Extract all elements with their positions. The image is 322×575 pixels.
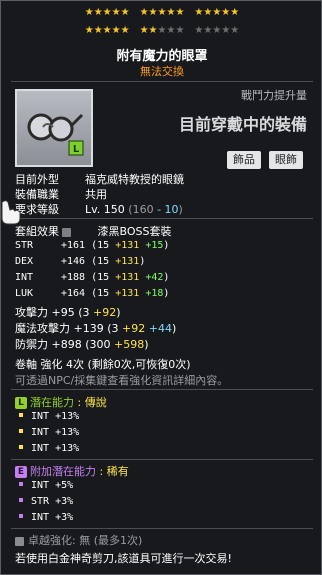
- bonus-potential-line: INT +5%: [15, 480, 73, 491]
- scroll-upgrade-info: 卷軸 強化 4次 (剩餘0次,可恢復0次): [15, 358, 191, 371]
- star-force-row-1: ★★★★★ ★★★★★ ★★★★★: [84, 7, 240, 18]
- divider: [11, 389, 313, 390]
- stat-magic-attack: 魔法攻擊力 +139 (3 +92 +44): [15, 322, 177, 335]
- untradeable-label: 無法交換: [140, 65, 184, 78]
- info-icon: [62, 227, 71, 237]
- set-effect[interactable]: 套組效果 漆黑BOSS套裝: [15, 223, 171, 239]
- gem-icon: [15, 536, 24, 546]
- tag-eye: 眼飾: [269, 151, 303, 169]
- item-tooltip: ★★★★★ ★★★★★ ★★★★★ ★★★★★ ★★★★★ ★★★★★ 附有魔力的眼罩 …: [0, 0, 322, 575]
- stat-attack: 攻擊力 +95 (3 +92): [15, 306, 121, 319]
- divider: [11, 218, 313, 219]
- info-appearance: 目前外型 福克威特教授的眼鏡: [15, 173, 184, 186]
- info-job: 裝備職業 共用: [15, 188, 107, 201]
- divider: [11, 459, 313, 460]
- eyepatch-icon: L: [27, 113, 84, 156]
- stat-int: INT +188 (15 +131 +42): [15, 272, 170, 283]
- potential-line: INT +13%: [15, 411, 79, 422]
- divider: [11, 81, 313, 82]
- legendary-badge-icon: L: [15, 397, 27, 409]
- potential-line: INT +13%: [15, 427, 79, 438]
- stat-luk: LUK +164 (15 +131 +18): [15, 288, 170, 299]
- stat-dex: DEX +146 (15 +131): [15, 256, 146, 267]
- item-title: 附有魔力的眼罩: [116, 49, 208, 64]
- epic-badge-icon: E: [15, 466, 27, 478]
- bonus-potential-line: STR +3%: [15, 496, 73, 507]
- stat-defense: 防禦力 +898 (300 +598): [15, 338, 149, 351]
- potential-header: L 潛在能力 : 傳說: [15, 394, 107, 410]
- scissors-trade-note: 若使用白金神奇剪刀,該道具可進行一次交易!: [15, 552, 232, 565]
- excellence-enhance: 卓越強化: 無 (最多1次): [15, 532, 142, 548]
- combat-power-label: 戰鬥力提升量: [241, 89, 307, 102]
- bonus-potential-line: INT +3%: [15, 512, 73, 523]
- potential-line: INT +13%: [15, 443, 79, 454]
- glove-cursor-icon: [1, 200, 21, 225]
- stat-str: STR +161 (15 +131 +15): [15, 240, 170, 251]
- current-equipped-label: 目前穿戴中的裝備: [178, 115, 307, 134]
- star-force-row-2: ★★★★★ ★★★★★ ★★★★★: [84, 25, 240, 36]
- item-icon-frame: L: [15, 89, 93, 167]
- tag-accessory: 飾品: [227, 151, 261, 169]
- divider: [11, 528, 313, 529]
- svg-text:L: L: [73, 144, 80, 155]
- info-required-level: 要求等級 Lv. 150 (160 - 10): [15, 203, 183, 216]
- bonus-potential-header: E 附加潛在能力 : 稀有: [15, 463, 129, 479]
- upgrade-hint: 可透過NPC/採集鍵查看強化資訊詳細內容。: [15, 374, 229, 387]
